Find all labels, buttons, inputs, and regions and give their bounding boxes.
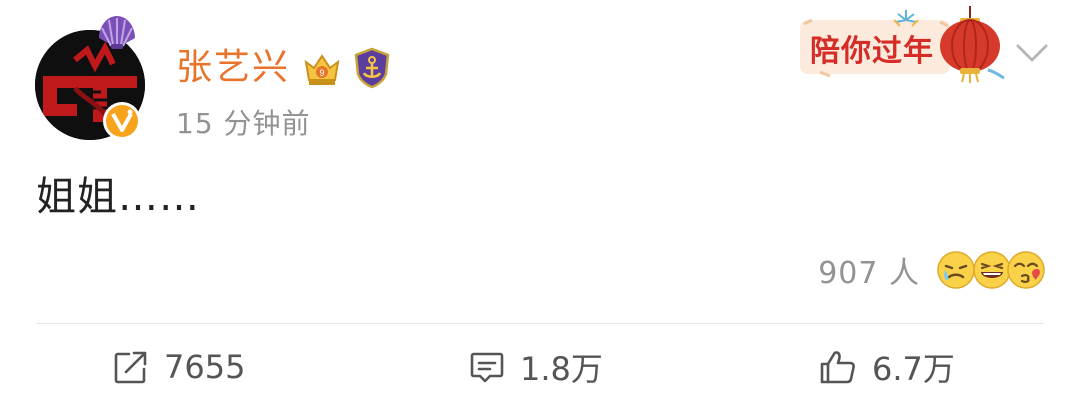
repost-icon (114, 351, 147, 384)
sticker-text: 陪你过年 (810, 34, 934, 69)
chevron-down-icon[interactable] (1012, 38, 1052, 68)
kiss-emoji-icon (1007, 251, 1045, 289)
svg-text:9: 9 (320, 68, 325, 78)
comment-count: 1.8万 (520, 350, 603, 388)
post-timestamp: 15 分钟前 (176, 107, 311, 140)
like-button[interactable]: 6.7万 (818, 340, 955, 394)
anchor-shield-icon[interactable] (350, 46, 394, 90)
reaction-count: 907 人 (818, 256, 920, 291)
post-content[interactable]: 姐姐…… (36, 164, 200, 222)
username-row: 张艺兴 9 (176, 40, 394, 96)
username[interactable]: 张艺兴 (176, 40, 290, 96)
avatar-container[interactable]: LT (35, 16, 145, 140)
reactions-summary[interactable]: 907 人 (818, 246, 1046, 294)
verified-badge-icon (103, 102, 141, 140)
tears-laugh-emoji-icon (937, 251, 975, 289)
comment-icon (470, 352, 504, 383)
new-year-sticker[interactable]: 陪你过年 (800, 6, 1012, 84)
repost-count: 7655 (164, 348, 246, 386)
vip-crown-icon[interactable]: 9 (300, 46, 344, 90)
repost-button[interactable]: 7655 (112, 340, 245, 394)
divider (36, 323, 1044, 324)
reaction-emojis (936, 246, 1046, 294)
shell-icon (99, 16, 135, 49)
comment-button[interactable]: 1.8万 (468, 340, 603, 394)
like-count: 6.7万 (872, 350, 955, 388)
thumbs-up-icon (820, 351, 855, 384)
